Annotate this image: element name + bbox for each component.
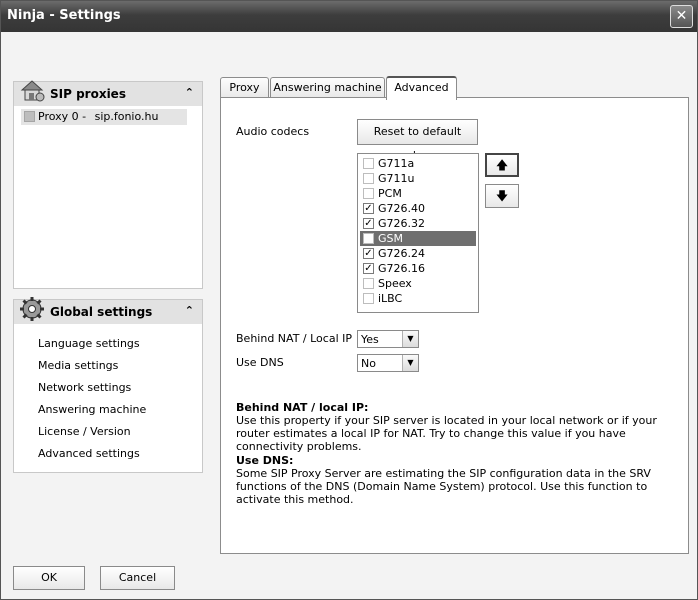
move-down-button[interactable]: 🡇 (485, 184, 519, 208)
global-settings-panel: Global settings ⌃ Language settings Medi… (13, 297, 203, 473)
dns-select[interactable]: No ▼ (357, 354, 419, 372)
codec-item[interactable]: GSM (360, 231, 476, 246)
nav-network-settings[interactable]: Network settings (38, 381, 131, 394)
proxy-host: sip.fonio.hu (94, 110, 159, 123)
tab-proxy[interactable]: Proxy (220, 77, 269, 98)
codec-item[interactable]: G711a (360, 156, 476, 171)
chevron-down-icon: ▼ (402, 355, 418, 371)
codec-name: G711u (378, 172, 415, 185)
codec-name: PCM (378, 187, 402, 200)
sip-proxies-panel: SIP proxies ⌃ Proxy 0 - sip.fonio.hu (13, 80, 203, 289)
codec-checkbox[interactable]: ✓ (363, 203, 374, 214)
codec-item[interactable]: Speex (360, 276, 476, 291)
codec-checkbox[interactable]: ✓ (363, 248, 374, 259)
codec-checkbox[interactable] (363, 188, 374, 199)
window-title: Ninja - Settings (7, 8, 121, 23)
window-content: SIP proxies ⌃ Proxy 0 - sip.fonio.hu Glo… (1, 32, 697, 599)
global-settings-title: Global settings (50, 305, 153, 319)
nav-advanced-settings[interactable]: Advanced settings (38, 447, 140, 460)
help-dns-title: Use DNS: (236, 454, 294, 467)
codec-item[interactable]: iLBC (360, 291, 476, 306)
codec-item[interactable]: ✓ G726.16 (360, 261, 476, 276)
proxy-status-icon (24, 111, 35, 122)
ok-button[interactable]: OK (13, 566, 85, 590)
codec-item[interactable]: ✓ G726.40 (360, 201, 476, 216)
nav-language-settings[interactable]: Language settings (38, 337, 140, 350)
help-dns-text: Some SIP Proxy Server are estimating the… (236, 467, 651, 506)
collapse-icon[interactable]: ⌃ (185, 86, 194, 99)
codec-item[interactable]: PCM (360, 186, 476, 201)
nat-select-value: Yes (361, 333, 379, 346)
codec-name: G726.40 (378, 202, 426, 215)
codec-checkbox[interactable]: ✓ (363, 218, 374, 229)
settings-window: Ninja - Settings ✕ SIP proxies ⌃ Proxy 0… (0, 0, 698, 600)
tab-advanced[interactable]: Advanced (386, 76, 457, 100)
cancel-button[interactable]: Cancel (100, 566, 175, 590)
nat-label: Behind NAT / Local IP (236, 332, 352, 345)
sip-proxies-header[interactable]: SIP proxies ⌃ (14, 80, 202, 106)
nav-license-version[interactable]: License / Version (38, 425, 131, 438)
global-settings-header[interactable]: Global settings ⌃ (14, 297, 202, 324)
proxy-index: Proxy 0 - (38, 110, 87, 123)
collapse-icon[interactable]: ⌃ (185, 304, 194, 317)
codec-name: G726.24 (378, 247, 426, 260)
codec-name: iLBC (378, 292, 403, 305)
codec-checkbox[interactable]: ✓ (363, 263, 374, 274)
house-network-icon (20, 80, 45, 102)
arrow-down-icon: 🡇 (495, 189, 509, 203)
codec-checkbox[interactable] (363, 173, 374, 184)
codec-name: G711a (378, 157, 415, 170)
codec-name: GSM (378, 232, 403, 245)
move-up-button[interactable]: 🡅 (485, 153, 519, 177)
dns-label: Use DNS (236, 356, 284, 369)
codec-checkbox[interactable] (363, 158, 374, 169)
nav-answering-machine[interactable]: Answering machine (38, 403, 146, 416)
help-nat-title: Behind NAT / local IP: (236, 401, 369, 414)
sip-proxies-title: SIP proxies (50, 87, 126, 101)
reset-defaults-button[interactable]: Reset to default values (357, 119, 478, 162)
codec-name: G726.16 (378, 262, 426, 275)
close-button[interactable]: ✕ (670, 5, 693, 28)
nat-select[interactable]: Yes ▼ (357, 330, 419, 348)
gear-icon (20, 297, 44, 321)
codec-item[interactable]: G711u (360, 171, 476, 186)
title-bar[interactable]: Ninja - Settings ✕ (1, 1, 697, 32)
codec-checkbox[interactable] (363, 233, 374, 244)
tab-answering-machine[interactable]: Answering machine (270, 77, 385, 98)
arrow-up-icon: 🡅 (495, 158, 509, 172)
dns-select-value: No (361, 357, 376, 370)
codec-checkbox[interactable] (363, 293, 374, 304)
audio-codec-list[interactable]: G711a G711u PCM ✓ G726.40 ✓ G726.32 GSM ✓ G726.24… (357, 153, 479, 313)
codec-item[interactable]: ✓ G726.32 (360, 216, 476, 231)
audio-codecs-label: Audio codecs (236, 125, 310, 138)
help-nat-text: Use this property if your SIP server is … (236, 414, 657, 453)
codec-name: G726.32 (378, 217, 426, 230)
codec-checkbox[interactable] (363, 278, 374, 289)
codec-item[interactable]: ✓ G726.24 (360, 246, 476, 261)
sip-proxy-item[interactable]: Proxy 0 - sip.fonio.hu (21, 109, 187, 125)
chevron-down-icon: ▼ (402, 331, 418, 347)
nav-media-settings[interactable]: Media settings (38, 359, 118, 372)
advanced-tab-panel: Audio codecs Reset to default values G71… (220, 97, 689, 554)
codec-name: Speex (378, 277, 412, 290)
